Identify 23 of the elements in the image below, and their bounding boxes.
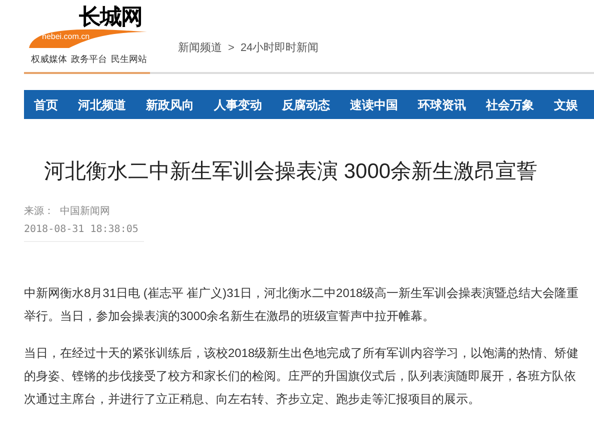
tagline: 民生网站: [111, 55, 147, 64]
logo-text: 长城网: [79, 6, 142, 28]
source-name: 中国新闻网: [60, 204, 110, 219]
nav-item[interactable]: 人事变动: [214, 96, 262, 114]
logo-domain: hebei.com.cn: [42, 33, 90, 41]
nav-item[interactable]: 环球资讯: [418, 96, 466, 114]
tagline: 政务平台: [71, 55, 107, 64]
source-label: 来源：: [24, 204, 54, 219]
tagline: 权威媒体: [31, 55, 67, 64]
article-paragraph: 中新网衡水8月31日电 (崔志平 崔广义)31日，河北衡水二中2018级高一新生军训会操表演暨总结大会隆重举行。当日，参加会操表演的3000余名新生在激昂的班级宣誓声中拉开帷幕。: [24, 285, 580, 325]
nav-item[interactable]: 速读中国: [350, 96, 398, 114]
article-datetime: 2018-08-31 18:38:05: [24, 223, 138, 237]
nav-item[interactable]: 社会万象: [486, 96, 534, 114]
article-paragraph: 当日，在经过十天的紧张训练后，该校2018级新生出色地完成了所有军训内容学习，以饱满的热情、矫健的身姿、铿锵的步伐接受了校方和家长们的检阅。庄严的升国旗仪式后，队列表演随即展开，各班方队依次通过主席台，并进行了立正稍息、向左右转、齐步立定、跑步走等汇报项目的展示。: [24, 345, 580, 408]
article-title: 河北衡水二中新生军训会操表演 3000余新生激昂宣誓: [44, 161, 539, 182]
breadcrumb-separator: >: [228, 40, 234, 56]
nav-item[interactable]: 河北频道: [78, 96, 126, 114]
breadcrumb-link[interactable]: 24小时即时新闻: [240, 40, 319, 56]
nav-item[interactable]: 新政风向: [146, 96, 194, 114]
nav-item[interactable]: 首页: [34, 96, 58, 114]
nav-item[interactable]: 文娱: [554, 96, 578, 114]
breadcrumb-link[interactable]: 新闻频道: [178, 40, 222, 56]
nav-item[interactable]: 反腐动态: [282, 96, 330, 114]
